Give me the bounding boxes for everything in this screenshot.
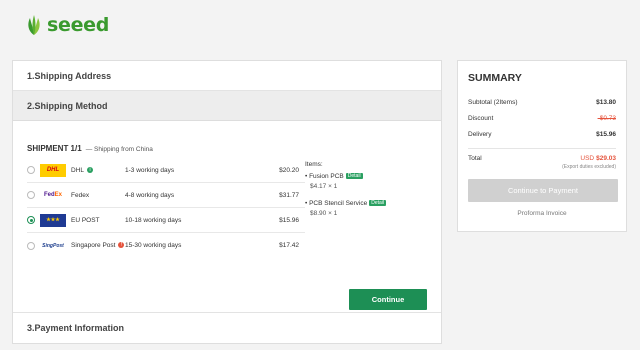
carrier-name: DHL i (71, 167, 125, 174)
discount-row: Discount -$0.73 (468, 110, 616, 126)
subtotal-label: Subtotal (2Items) (468, 98, 518, 106)
carrier-radio-selected[interactable] (27, 216, 35, 224)
carrier-option-fedex[interactable]: Fed Ex Fedex 4-8 working days $31.77 (27, 183, 305, 208)
summary-title: SUMMARY (468, 72, 522, 84)
item-name-text: • PCB Stencil Service (305, 200, 368, 207)
continue-button[interactable]: Continue (349, 289, 427, 310)
subtotal-row: Subtotal (2Items) $13.80 (468, 94, 616, 110)
total-row: Total USD $29.03 (468, 152, 616, 164)
detail-button[interactable]: Detail (345, 173, 363, 180)
carrier-price: $15.96 (279, 216, 299, 224)
discount-value: -$0.73 (597, 114, 616, 122)
singpost-logo-icon: SingPost (42, 242, 64, 249)
section-payment-information[interactable]: 3.Payment Information (13, 313, 441, 343)
section-title: 2.Shipping Method (27, 100, 108, 111)
delivery-label: Delivery (468, 130, 492, 138)
section-title: 1.Shipping Address (27, 70, 112, 81)
brand-logo[interactable]: seeed (24, 14, 109, 36)
dhl-logo-icon: DHL (40, 163, 66, 177)
section-shipping-address[interactable]: 1.Shipping Address (13, 61, 441, 91)
section-shipping-method[interactable]: 2.Shipping Method (13, 91, 441, 121)
carrier-list: DHL DHL i 1-3 working days $20.20 Fed Ex F… (27, 158, 305, 258)
checkout-panel: 1.Shipping Address 2.Shipping Method SHI… (12, 60, 442, 344)
carrier-name-text: Singapore Post (71, 242, 116, 249)
carrier-name: Fedex (71, 191, 90, 199)
info-icon[interactable]: i (87, 166, 94, 173)
total-label: Total (468, 154, 482, 162)
seeed-leaf-icon (28, 15, 40, 35)
item-name-text: • Fusion PCB (305, 173, 344, 180)
shipment-label: SHIPMENT 1/1 (27, 144, 82, 153)
export-duties-note: (Export duties excluded) (562, 164, 616, 170)
carrier-option-dhl[interactable]: DHL DHL i 1-3 working days $20.20 (27, 158, 305, 183)
subtotal-value: $13.80 (596, 98, 616, 106)
shipment-title: SHIPMENT 1/1— Shipping from China (27, 144, 153, 153)
carrier-days: 1-3 working days (125, 166, 175, 174)
order-summary: SUMMARY Subtotal (2Items) $13.80 Discoun… (457, 60, 627, 232)
alert-icon[interactable]: ! (118, 242, 125, 249)
carrier-name: Singapore Post! (71, 242, 125, 249)
summary-divider (468, 148, 616, 149)
items-heading: Items: (305, 161, 323, 168)
carrier-price: $17.42 (279, 242, 299, 249)
carrier-name-text: DHL (71, 166, 85, 174)
fedex-logo-icon: Fed Ex (43, 192, 62, 198)
continue-to-payment-button[interactable]: Continue to Payment (468, 179, 618, 202)
section-title: 3.Payment Information (27, 323, 125, 333)
total-currency: USD (580, 154, 595, 162)
carrier-days: 4-8 working days (125, 191, 175, 199)
proforma-invoice-link[interactable]: Proforma Invoice (468, 210, 616, 217)
item-name: • PCB Stencil Service Detail (305, 200, 387, 207)
brand-name: seeed (47, 14, 110, 36)
total-amount: $29.03 (596, 154, 616, 162)
discount-label: Discount (468, 114, 494, 122)
shipping-origin: — Shipping from China (85, 146, 153, 153)
item-price: $4.17 × 1 (310, 183, 338, 190)
item-name: • Fusion PCB Detail (305, 173, 386, 180)
total-value: USD $29.03 (580, 155, 616, 162)
carrier-option-singapore-post[interactable]: SingPost Singapore Post! 15-30 working d… (27, 233, 305, 258)
carrier-price: $31.77 (279, 191, 299, 199)
carrier-radio[interactable] (27, 241, 35, 250)
carrier-radio[interactable] (27, 166, 35, 174)
shipping-method-body: SHIPMENT 1/1— Shipping from China DHL DH… (13, 121, 441, 313)
carrier-days: 15-30 working days (125, 242, 182, 249)
carrier-price: $20.20 (279, 166, 299, 174)
carrier-option-eu-post[interactable]: ★★★ EU POST 10-18 working days $15.96 (27, 208, 305, 233)
delivery-row: Delivery $15.96 (468, 126, 616, 142)
carrier-days: 10-18 working days (125, 216, 182, 224)
carrier-radio[interactable] (27, 191, 35, 199)
eu-flag-icon: ★★★ (40, 213, 66, 227)
carrier-name: EU POST (71, 216, 100, 224)
detail-button[interactable]: Detail (369, 200, 387, 207)
items-list: Items: • Fusion PCB Detail $4.17 × 1 • PC… (305, 161, 387, 227)
item-price: $8.90 × 1 (310, 210, 338, 217)
delivery-value: $15.96 (596, 130, 616, 138)
